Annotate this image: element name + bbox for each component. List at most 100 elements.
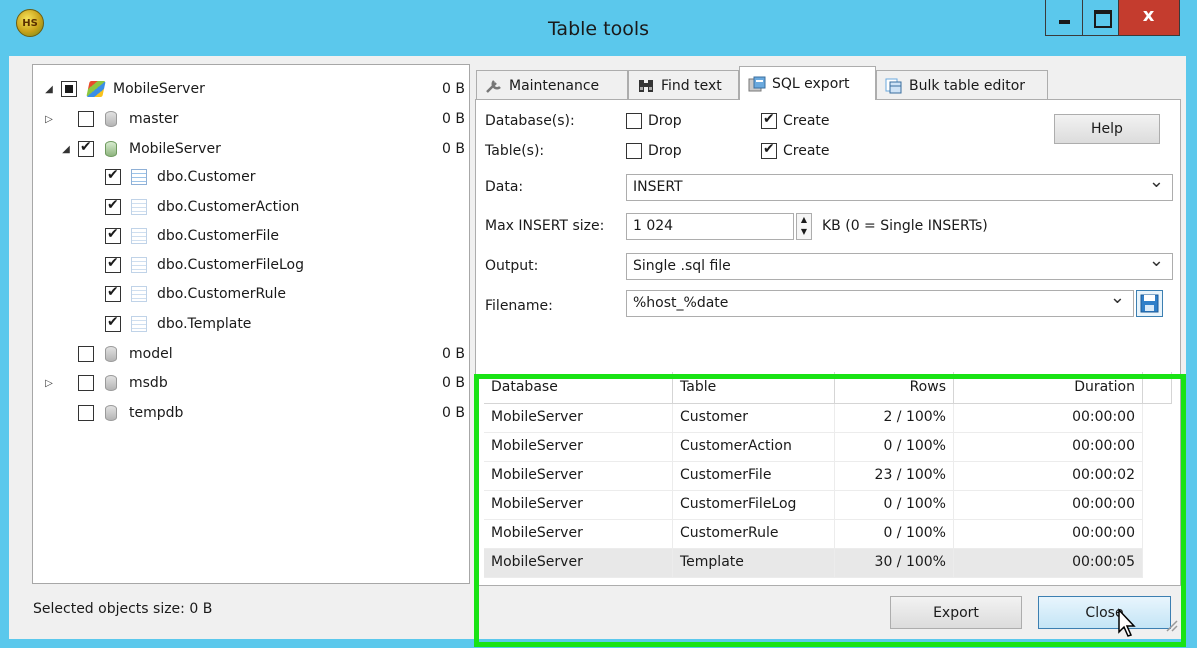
dialog-body: ◢ MobileServer 0 B ▷ master 0 B ◢ Mobile… — [9, 56, 1186, 647]
tree-node-size: 0 B — [442, 346, 465, 362]
column-header-rows[interactable]: Rows — [835, 372, 954, 404]
tree-checkbox[interactable] — [105, 314, 121, 332]
column-header-database[interactable]: Database — [484, 372, 673, 404]
server-icon — [86, 81, 106, 97]
tree-checkbox[interactable] — [105, 226, 121, 244]
tab-sql-export[interactable]: SQL export — [739, 66, 876, 100]
databases-label: Database(s): — [485, 113, 575, 129]
help-button[interactable]: Help — [1054, 114, 1160, 144]
output-select[interactable]: Single .sql file — [626, 250, 1173, 280]
tree-node-table[interactable]: dbo.Template — [33, 310, 469, 338]
tree-node-size: 0 B — [442, 375, 465, 391]
tree-checkbox[interactable] — [78, 405, 94, 421]
wrench-icon — [485, 78, 503, 94]
export-button[interactable]: Export — [890, 596, 1022, 629]
tree-node-tempdb[interactable]: tempdb 0 B — [33, 399, 469, 427]
filename-label: Filename: — [485, 298, 553, 314]
tree-node-label: dbo.CustomerAction — [157, 199, 300, 215]
tab-bulk-table-editor[interactable]: Bulk table editor — [876, 70, 1048, 100]
tab-label: Bulk table editor — [909, 77, 1026, 94]
tree-checkbox[interactable] — [105, 255, 121, 273]
cell-duration: 00:00:00 — [954, 404, 1143, 433]
tree-node-table[interactable]: dbo.Customer — [33, 163, 469, 191]
table-editor-icon — [885, 78, 903, 94]
database-create-label: Create — [783, 113, 830, 129]
table-icon — [131, 199, 147, 215]
tab-maintenance[interactable]: Maintenance — [476, 70, 628, 100]
tab-label: SQL export — [772, 75, 850, 92]
column-header-filler — [1143, 372, 1172, 404]
tree-node-msdb[interactable]: ▷ msdb 0 B — [33, 369, 469, 397]
close-window-button[interactable]: x — [1119, 0, 1180, 36]
expanded-arrow-icon[interactable]: ◢ — [60, 144, 72, 155]
table-row[interactable]: MobileServer CustomerFileLog 0 / 100% 00… — [484, 491, 1144, 520]
tree-node-label: tempdb — [129, 405, 184, 421]
tree-checkbox[interactable] — [78, 111, 94, 127]
tree-node-table[interactable]: dbo.CustomerAction — [33, 193, 469, 221]
tree-node-size: 0 B — [442, 405, 465, 421]
table-create-label: Create — [783, 143, 830, 159]
save-icon[interactable] — [1136, 290, 1163, 317]
minimize-button[interactable] — [1045, 0, 1083, 36]
chevron-down-icon[interactable]: ▼ — [797, 226, 811, 238]
title-bar[interactable]: HS Table tools x — [0, 0, 1197, 56]
database-drop-checkbox[interactable] — [626, 113, 642, 129]
tree-node-label: model — [129, 346, 173, 362]
tree-node-master[interactable]: ▷ master 0 B — [33, 105, 469, 133]
tab-label: Maintenance — [509, 77, 600, 94]
table-icon — [131, 169, 147, 185]
data-label: Data: — [485, 179, 524, 195]
tree-node-label: dbo.CustomerFileLog — [157, 257, 304, 273]
cell-database: MobileServer — [484, 462, 673, 491]
resize-grip-icon[interactable] — [1164, 618, 1178, 632]
tree-checkbox[interactable] — [78, 346, 94, 362]
expanded-arrow-icon[interactable]: ◢ — [43, 84, 55, 95]
export-results-table[interactable]: Database Table Rows Duration MobileServe… — [484, 372, 1172, 578]
tree-node-model[interactable]: model 0 B — [33, 340, 469, 368]
max-insert-field[interactable]: 1 024 — [626, 213, 794, 240]
table-create-checkbox[interactable] — [761, 141, 777, 159]
export-icon — [748, 76, 766, 92]
tree-checkbox[interactable] — [105, 197, 121, 215]
maximize-button[interactable] — [1083, 0, 1119, 36]
database-create-checkbox[interactable] — [761, 111, 777, 129]
table-drop-checkbox[interactable] — [626, 143, 642, 159]
tree-node-label: MobileServer — [129, 141, 221, 157]
table-row[interactable]: MobileServer CustomerFile 23 / 100% 00:0… — [484, 462, 1144, 491]
tab-find-text[interactable]: Find text — [628, 70, 739, 100]
table-row[interactable]: MobileServer CustomerRule 0 / 100% 00:00… — [484, 520, 1144, 549]
tree-node-table[interactable]: dbo.CustomerFile — [33, 222, 469, 250]
chevron-up-icon[interactable]: ▲ — [797, 214, 811, 226]
cell-duration: 00:00:02 — [954, 462, 1143, 491]
table-row-selected[interactable]: MobileServer Template 30 / 100% 00:00:05 — [484, 549, 1144, 578]
max-insert-stepper[interactable]: ▲ ▼ — [796, 213, 812, 240]
tree-node-label: dbo.Customer — [157, 169, 256, 185]
tree-node-root[interactable]: ◢ MobileServer 0 B — [33, 75, 469, 103]
cell-table: CustomerAction — [673, 433, 835, 462]
column-header-duration[interactable]: Duration — [954, 372, 1143, 404]
tree-node-table[interactable]: dbo.CustomerRule — [33, 280, 469, 308]
data-select[interactable]: INSERT — [626, 171, 1173, 201]
tree-checkbox[interactable] — [105, 167, 121, 185]
tree-node-size: 0 B — [442, 111, 465, 127]
column-header-table[interactable]: Table — [673, 372, 835, 404]
tree-node-table[interactable]: dbo.CustomerFileLog — [33, 251, 469, 279]
sql-export-panel: Database(s): Drop Create Help Table(s): … — [475, 99, 1181, 586]
close-button[interactable]: Close — [1038, 596, 1171, 629]
cell-table: Template — [673, 549, 835, 578]
tree-node-label: msdb — [129, 375, 168, 391]
tree-checkbox[interactable] — [61, 81, 77, 97]
tree-checkbox[interactable] — [78, 139, 94, 157]
object-tree[interactable]: ◢ MobileServer 0 B ▷ master 0 B ◢ Mobile… — [32, 64, 470, 584]
tree-node-size: 0 B — [442, 141, 465, 157]
collapsed-arrow-icon[interactable]: ▷ — [43, 114, 55, 125]
tree-checkbox[interactable] — [105, 284, 121, 302]
tree-node-label: MobileServer — [113, 81, 205, 97]
collapsed-arrow-icon[interactable]: ▷ — [43, 378, 55, 389]
tree-node-mobileserver-db[interactable]: ◢ MobileServer 0 B — [33, 135, 469, 163]
tree-checkbox[interactable] — [78, 375, 94, 391]
filename-combo[interactable]: %host_%date — [626, 287, 1134, 317]
table-icon — [131, 228, 147, 244]
table-row[interactable]: MobileServer Customer 2 / 100% 00:00:00 — [484, 404, 1144, 433]
table-row[interactable]: MobileServer CustomerAction 0 / 100% 00:… — [484, 433, 1144, 462]
